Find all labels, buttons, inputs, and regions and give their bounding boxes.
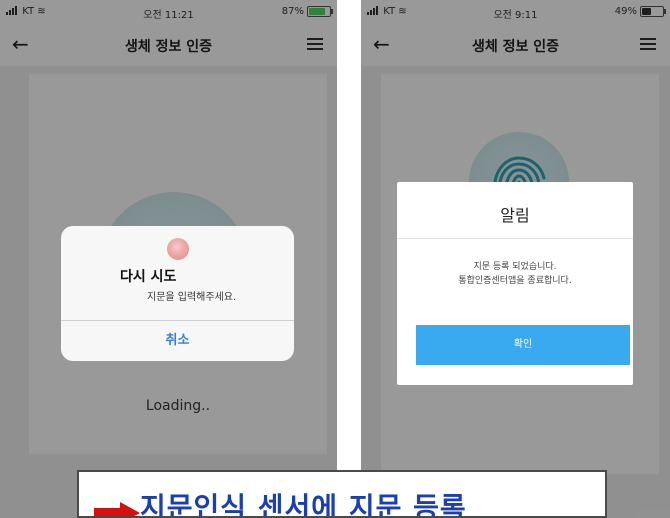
red-arrow-icon: [94, 502, 140, 516]
alert-message-line-1: 지문 등록 되었습니다.: [473, 262, 557, 272]
alert-message: 지문을 입력해주세요.: [147, 292, 237, 303]
retry-alert-dialog: 다시 시도 지문을 입력해주세요. 취소: [61, 226, 294, 361]
alert-divider: [397, 238, 633, 239]
caption-banner: 지문인식 센서에 지문 등록: [77, 470, 607, 518]
screen-divider: [337, 0, 361, 518]
phone-screen-left: KT ≋ 오전 11:21 87% ← 생체 정보 인증 Loading.. 다…: [0, 0, 337, 518]
touch-id-icon: [167, 238, 189, 260]
notice-alert-dialog: 알림 지문 등록 되었습니다. 통합인증센터앱을 종료합니다. 확인: [397, 182, 633, 385]
confirm-button[interactable]: 확인: [416, 325, 630, 365]
alert-title: 알림: [500, 206, 530, 225]
phone-screen-right: KT ≋ 오전 9:11 49% ← 생체 정보 인증 알림 지문 등록 되었습…: [361, 0, 670, 518]
alert-title: 다시 시도: [120, 269, 177, 285]
alert-message-line-2: 통합인증센터앱을 종료합니다.: [458, 276, 572, 286]
cancel-button[interactable]: 취소: [61, 320, 294, 361]
caption-text: 지문인식 센서에 지문 등록: [140, 491, 467, 518]
